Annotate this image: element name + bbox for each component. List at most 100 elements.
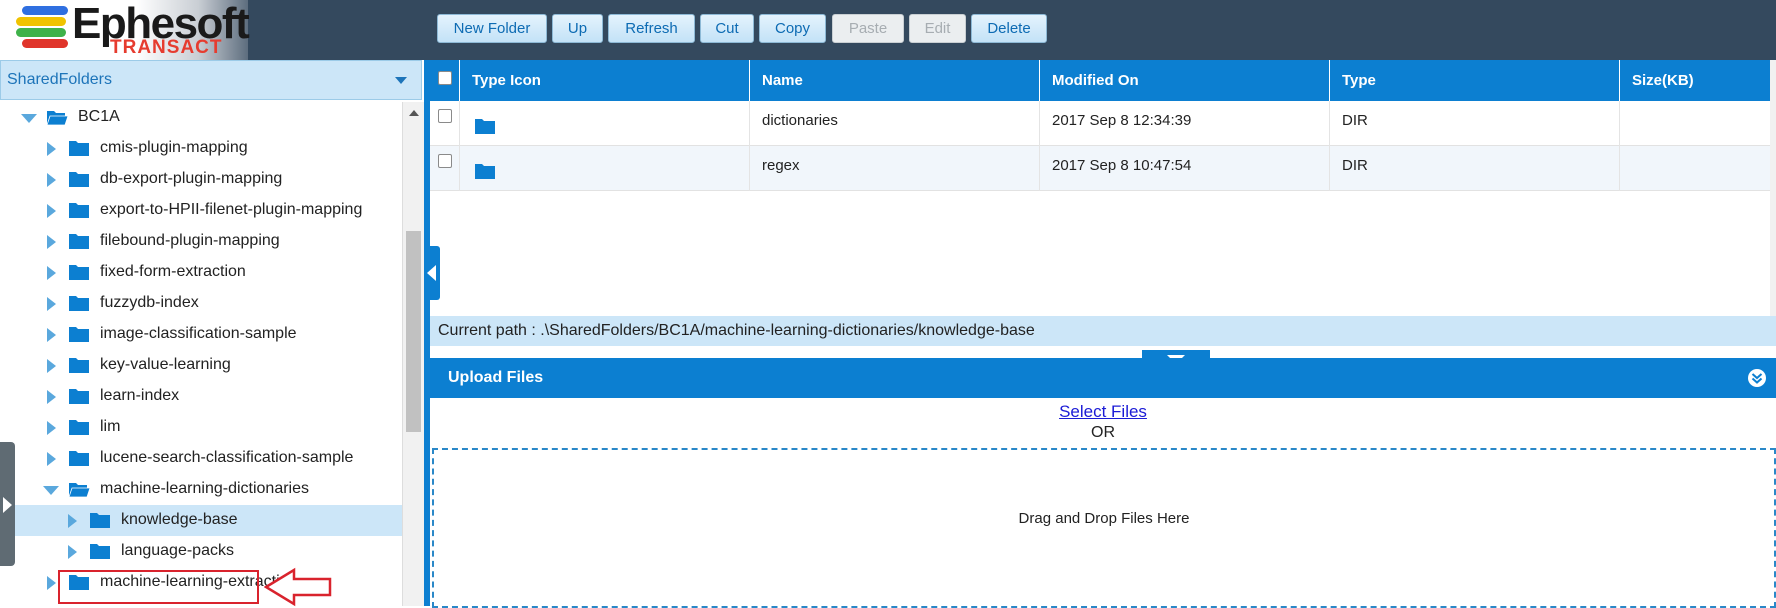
- drag-drop-zone[interactable]: Drag and Drop Files Here: [432, 448, 1776, 608]
- tree-item-bc1a[interactable]: BC1A: [0, 102, 402, 133]
- collapsed-toggle-icon[interactable]: [47, 576, 56, 590]
- column-header-type[interactable]: Type: [1330, 60, 1620, 101]
- tree-item-lucene-search[interactable]: lucene-search-classification-sample: [0, 443, 402, 474]
- expanded-toggle-icon[interactable]: [43, 486, 59, 495]
- upload-panel-header: Upload Files: [430, 358, 1776, 398]
- tree-item-label: BC1A: [78, 108, 120, 125]
- collapsed-toggle-icon[interactable]: [47, 173, 56, 187]
- or-label: OR: [1091, 424, 1115, 441]
- tree-item-fuzzydb-index[interactable]: fuzzydb-index: [0, 288, 402, 319]
- paste-button[interactable]: Paste: [832, 14, 904, 43]
- collapse-arrow-icon: [427, 265, 436, 281]
- logo-bar-blue: [22, 6, 68, 15]
- collapsed-toggle-icon[interactable]: [68, 545, 77, 559]
- select-all-checkbox[interactable]: [438, 71, 452, 85]
- expanded-toggle-icon[interactable]: [21, 114, 37, 123]
- tree-item-image-classification-sample[interactable]: image-classification-sample: [0, 319, 402, 350]
- scrollbar-thumb[interactable]: [406, 231, 421, 432]
- collapsed-toggle-icon[interactable]: [47, 359, 56, 373]
- tree-item-label: export-to-HPII-filenet-plugin-mapping: [100, 201, 363, 218]
- tree-item-label: language-packs: [121, 542, 234, 559]
- logo-bar-green: [16, 28, 66, 37]
- tree-item-label: lucene-search-classification-sample: [100, 449, 354, 466]
- collapsed-toggle-icon[interactable]: [47, 390, 56, 404]
- name-cell[interactable]: regex: [750, 146, 1040, 191]
- folder-icon: [69, 358, 89, 373]
- tree-item-db-export-plugin-mapping[interactable]: db-export-plugin-mapping: [0, 164, 402, 195]
- collapsed-toggle-icon[interactable]: [47, 204, 56, 218]
- expand-side-panel-handle[interactable]: [0, 442, 15, 566]
- callout-arrow-icon: [264, 567, 332, 607]
- type-icon-cell: [460, 101, 750, 146]
- column-header-name[interactable]: Name: [750, 60, 1040, 101]
- new-folder-button[interactable]: New Folder: [437, 14, 547, 43]
- table-row[interactable]: regex 2017 Sep 8 10:47:54 DIR: [430, 146, 1770, 191]
- folder-icon: [69, 327, 89, 342]
- tree-item-label: learn-index: [100, 387, 180, 404]
- highlight-callout-box: [58, 570, 259, 604]
- column-header-type-icon[interactable]: Type Icon: [460, 60, 750, 101]
- copy-button[interactable]: Copy: [759, 14, 826, 43]
- row-checkbox[interactable]: [438, 109, 452, 123]
- row-checkbox[interactable]: [438, 154, 452, 168]
- collapsed-toggle-icon[interactable]: [47, 297, 56, 311]
- tree-item-learn-index[interactable]: learn-index: [0, 381, 402, 412]
- grid-scrollbar[interactable]: [1770, 60, 1776, 316]
- collapse-upload-icon[interactable]: [1748, 369, 1766, 387]
- tree-item-fixed-form-extraction[interactable]: fixed-form-extraction: [0, 257, 402, 288]
- select-all-cell: [430, 60, 460, 101]
- folder-icon: [69, 141, 89, 156]
- collapsed-toggle-icon[interactable]: [47, 452, 56, 466]
- collapsed-toggle-icon[interactable]: [47, 142, 56, 156]
- root-folder-dropdown[interactable]: SharedFolders: [0, 60, 422, 100]
- folder-icon: [69, 389, 89, 404]
- tree-item-export-to-hpii-filenet[interactable]: export-to-HPII-filenet-plugin-mapping: [0, 195, 402, 226]
- tree-item-label: key-value-learning: [100, 356, 231, 373]
- folder-icon: [69, 296, 89, 311]
- collapse-left-panel-tab[interactable]: [424, 246, 440, 300]
- cut-button[interactable]: Cut: [700, 14, 754, 43]
- root-folder-value: SharedFolders: [7, 71, 112, 88]
- folder-tree-panel: SharedFolders BC1A cmis-plugin-mapping d…: [0, 60, 424, 607]
- current-path-bar: Current path : .\SharedFolders/BC1A/mach…: [430, 316, 1776, 346]
- tree-item-knowledge-base[interactable]: knowledge-base: [0, 505, 402, 536]
- name-cell[interactable]: dictionaries: [750, 101, 1040, 146]
- scroll-up-icon[interactable]: [409, 110, 419, 116]
- folder-icon: [90, 544, 110, 559]
- tree-item-lim[interactable]: lim: [0, 412, 402, 443]
- refresh-button[interactable]: Refresh: [608, 14, 695, 43]
- logo-bar-red: [22, 39, 68, 48]
- folder-icon: [69, 420, 89, 435]
- tree-item-cmis-plugin-mapping[interactable]: cmis-plugin-mapping: [0, 133, 402, 164]
- tree-item-machine-learning-dictionaries[interactable]: machine-learning-dictionaries: [0, 474, 402, 505]
- table-row[interactable]: dictionaries 2017 Sep 8 12:34:39 DIR: [430, 101, 1770, 146]
- size-cell: [1620, 146, 1770, 191]
- collapsed-toggle-icon[interactable]: [47, 235, 56, 249]
- select-files-link[interactable]: Select Files: [430, 402, 1776, 422]
- collapsed-toggle-icon[interactable]: [68, 514, 77, 528]
- tree-scrollbar[interactable]: [402, 102, 424, 606]
- drop-zone-text: Drag and Drop Files Here: [1018, 510, 1190, 527]
- up-button[interactable]: Up: [552, 14, 603, 43]
- folder-icon: [69, 172, 89, 187]
- expand-arrow-icon: [3, 497, 12, 513]
- modified-cell: 2017 Sep 8 10:47:54: [1040, 146, 1330, 191]
- collapsed-toggle-icon[interactable]: [47, 421, 56, 435]
- edit-button[interactable]: Edit: [909, 14, 966, 43]
- row-select-cell: [430, 146, 460, 191]
- folder-icon: [69, 234, 89, 249]
- tree-item-filebound-plugin-mapping[interactable]: filebound-plugin-mapping: [0, 226, 402, 257]
- collapsed-toggle-icon[interactable]: [47, 328, 56, 342]
- tree-item-key-value-learning[interactable]: key-value-learning: [0, 350, 402, 381]
- folder-tree: BC1A cmis-plugin-mapping db-export-plugi…: [0, 102, 402, 606]
- delete-button[interactable]: Delete: [971, 14, 1047, 43]
- column-header-size[interactable]: Size(KB): [1620, 60, 1770, 101]
- size-cell: [1620, 101, 1770, 146]
- column-header-modified-on[interactable]: Modified On: [1040, 60, 1330, 101]
- open-folder-icon: [68, 483, 90, 498]
- collapsed-toggle-icon[interactable]: [47, 266, 56, 280]
- tree-item-language-packs[interactable]: language-packs: [0, 536, 402, 567]
- dropdown-arrow-icon[interactable]: [395, 77, 407, 84]
- tree-item-label: machine-learning-dictionaries: [100, 480, 309, 497]
- type-cell: DIR: [1330, 101, 1620, 146]
